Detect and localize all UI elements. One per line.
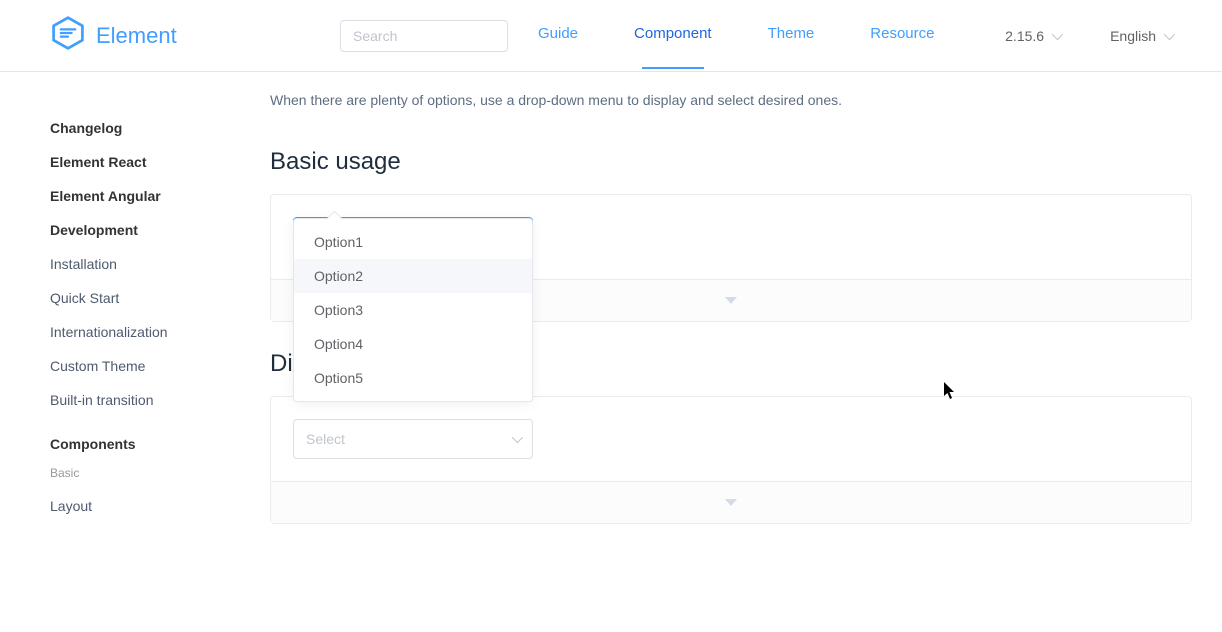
nav-component[interactable]: Component <box>634 25 712 46</box>
search-input[interactable] <box>340 20 508 52</box>
sidebar-components-header: Components <box>50 436 270 452</box>
sidebar-quick-start[interactable]: Quick Start <box>50 290 270 306</box>
logo-icon <box>50 15 86 57</box>
chevron-down-icon <box>512 432 523 443</box>
triangle-down-icon <box>725 297 737 304</box>
demo-expand-button[interactable] <box>271 481 1191 523</box>
sidebar-changelog[interactable]: Changelog <box>50 120 270 136</box>
top-nav: Guide Component Theme Resource <box>538 25 934 46</box>
select-disabled[interactable]: Select <box>293 419 533 459</box>
sidebar-category-basic: Basic <box>50 466 270 480</box>
intro-text: When there are plenty of options, use a … <box>270 92 1192 108</box>
triangle-down-icon <box>725 499 737 506</box>
demo-disabled: Select <box>270 396 1192 524</box>
sidebar-element-angular[interactable]: Element Angular <box>50 188 270 204</box>
search-wrap <box>340 20 508 52</box>
sidebar-element-react[interactable]: Element React <box>50 154 270 170</box>
sidebar-internationalization[interactable]: Internationalization <box>50 324 270 340</box>
sidebar-layout[interactable]: Layout <box>50 498 270 514</box>
brand-logo[interactable]: Element <box>50 15 340 57</box>
select-option[interactable]: Option3 <box>294 293 532 327</box>
select-option[interactable]: Option5 <box>294 361 532 395</box>
sidebar-development[interactable]: Development <box>50 222 270 238</box>
select-option[interactable]: Option2 <box>294 259 532 293</box>
top-bar: Element Guide Component Theme Resource 2… <box>0 0 1222 72</box>
sidebar-installation[interactable]: Installation <box>50 256 270 272</box>
section-basic-usage-title: Basic usage <box>270 148 1192 176</box>
brand-name: Element <box>96 23 177 49</box>
version-label: 2.15.6 <box>1005 28 1044 44</box>
language-dropdown[interactable]: English <box>1110 28 1172 44</box>
select-option[interactable]: Option4 <box>294 327 532 361</box>
language-label: English <box>1110 28 1156 44</box>
nav-guide[interactable]: Guide <box>538 25 578 46</box>
select-dropdown-panel: Option1 Option2 Option3 Option4 Option5 <box>293 218 533 402</box>
nav-theme[interactable]: Theme <box>768 25 815 46</box>
sidebar: Changelog Element React Element Angular … <box>0 72 270 552</box>
version-dropdown[interactable]: 2.15.6 <box>1005 28 1060 44</box>
sidebar-custom-theme[interactable]: Custom Theme <box>50 358 270 374</box>
chevron-down-icon <box>1164 28 1175 39</box>
select-option[interactable]: Option1 <box>294 225 532 259</box>
sidebar-built-in-transition[interactable]: Built-in transition <box>50 392 270 408</box>
select-placeholder: Select <box>306 431 345 447</box>
chevron-down-icon <box>1052 28 1063 39</box>
nav-resource[interactable]: Resource <box>870 25 934 46</box>
main-content: When there are plenty of options, use a … <box>270 72 1222 552</box>
